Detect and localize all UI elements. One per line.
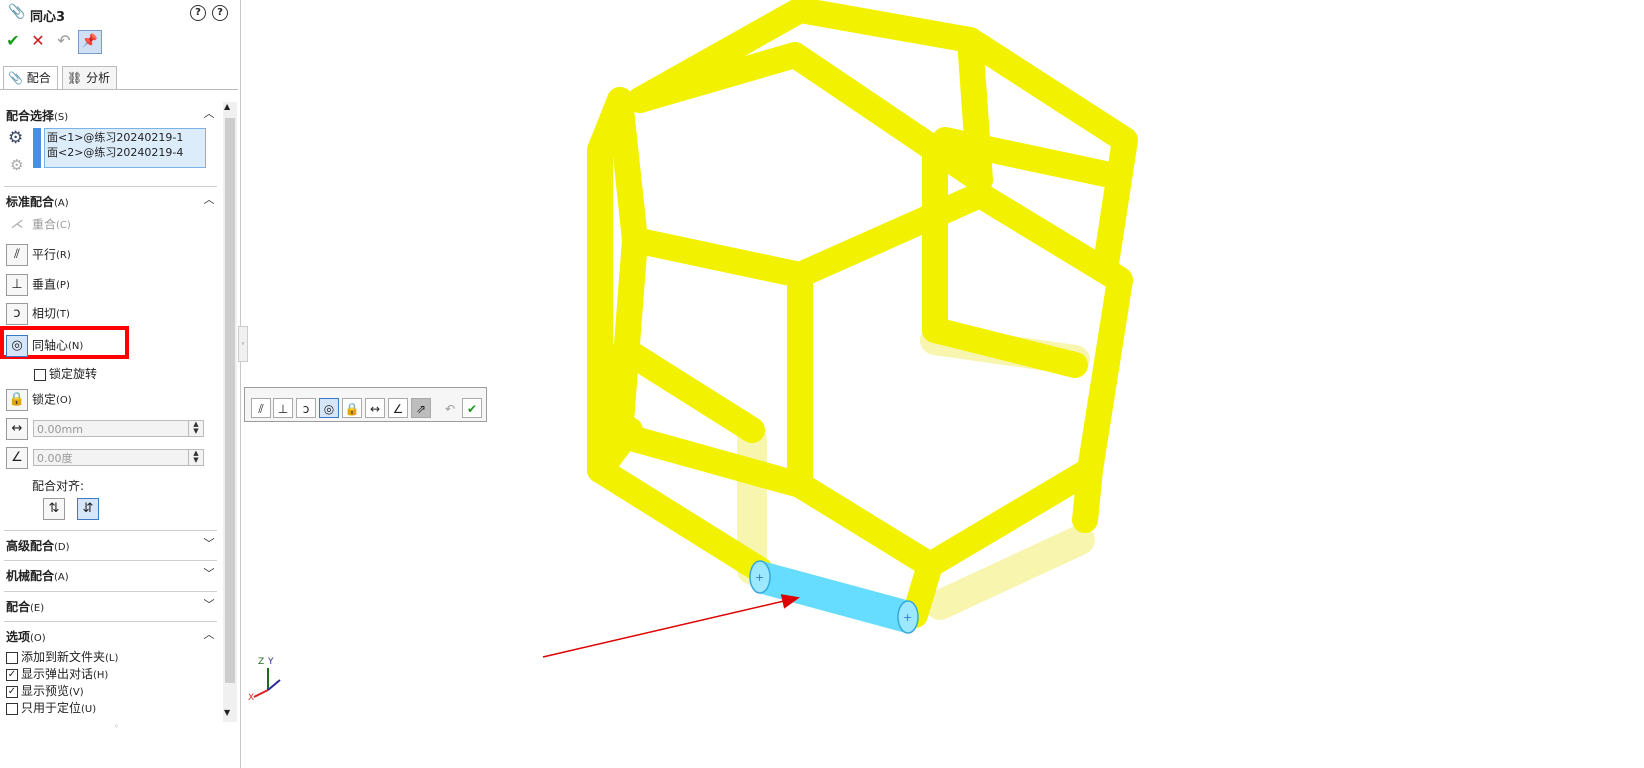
coincident-icon: ⋌ [10, 216, 24, 232]
cancel-x-icon[interactable]: ✕ [27, 30, 49, 52]
chevron-up-icon[interactable]: ︿ [203, 629, 215, 641]
option-show-popup-dialog[interactable]: ✓ 显示弹出对话(H) [6, 665, 108, 682]
divider [4, 621, 217, 622]
tab-divider [0, 89, 238, 90]
concentric-icon: ◎ [6, 334, 28, 357]
divider [4, 560, 217, 561]
option-show-preview[interactable]: ✓ 显示预览(V) [6, 682, 84, 699]
whats-new-icon[interactable]: ? [190, 5, 206, 21]
annotation-arrow [542, 594, 800, 658]
anti-aligned-icon[interactable]: ⇵ [77, 498, 99, 520]
triad-x-label: X [248, 693, 255, 703]
scroll-down-icon[interactable]: ▼ [224, 708, 230, 717]
triad-y-label: Y [268, 657, 274, 667]
mate-entities-icon: ⚙ [8, 128, 24, 148]
help-icon[interactable]: ? [212, 5, 228, 21]
list-item[interactable]: 面<1>@练习20240219-1 [47, 130, 203, 145]
lock-mate[interactable]: 🔒 锁定(O) [6, 388, 72, 411]
view-triad [253, 668, 281, 698]
selected-cylinder-face: + + [749, 560, 919, 634]
perpendicular-mate[interactable]: ⊥ 垂直(P) [6, 273, 70, 296]
mates-header[interactable]: 配合(E) [6, 598, 44, 615]
triad-z-label: Z [258, 657, 265, 667]
checkbox-checked[interactable]: ✓ [6, 685, 18, 698]
tangent-icon: ↄ [6, 302, 28, 325]
tangent-mate[interactable]: ↄ 相切(T) [6, 302, 70, 325]
perpendicular-icon: ⊥ [6, 273, 28, 296]
angle-field[interactable]: 0.00度 ▲ ▼ [33, 449, 204, 466]
checkbox[interactable] [6, 651, 18, 664]
graphics-viewport[interactable]: + + [246, 0, 1644, 768]
mate-selection-header[interactable]: 配合选择(S) [6, 107, 68, 124]
mate-selection-list[interactable]: 面<1>@练习20240219-1 面<2>@练习20240219-4 [44, 128, 206, 168]
undo-icon[interactable]: ↶ [53, 30, 75, 52]
scrollbar-thumb[interactable] [225, 118, 235, 683]
divider [4, 186, 217, 187]
links-icon: ⛓ [67, 71, 83, 85]
divider [4, 530, 217, 531]
spinner-arrows[interactable]: ▲ ▼ [188, 450, 203, 465]
selection-color-bar [33, 128, 41, 168]
checkbox[interactable] [34, 368, 46, 381]
advanced-mates-header[interactable]: 高级配合(D) [6, 537, 70, 554]
distance-field[interactable]: 0.00mm ▲ ▼ [33, 420, 204, 437]
list-item[interactable]: 面<2>@练习20240219-4 [47, 145, 203, 160]
parallel-icon: ⫽ [6, 243, 28, 266]
option-add-to-new-folder[interactable]: 添加到新文件夹(L) [6, 648, 118, 665]
resize-grip-icon[interactable]: ◦ [114, 722, 119, 731]
tab-analysis[interactable]: ⛓ 分析 [62, 66, 118, 90]
scroll-up-icon[interactable]: ▲ [224, 102, 230, 111]
paperclip-icon: 📎 [8, 71, 23, 85]
chevron-up-icon[interactable]: ︿ [203, 108, 215, 120]
truncated-octahedron-model [587, 0, 1138, 628]
parallel-mate[interactable]: ⫽ 平行(R) [6, 243, 71, 266]
property-manager: 📎 同心3 ? ? ✔ ✕ ↶ 📌 📎 配合 ⛓ 分析 配合选择(S) ︿ ⚙ … [0, 0, 241, 768]
aligned-icon[interactable]: ⇅ [43, 498, 65, 520]
tab-mates[interactable]: 📎 配合 [3, 66, 58, 90]
standard-mates-header[interactable]: 标准配合(A) [6, 193, 69, 210]
chevron-down-icon[interactable]: ﹀ [203, 538, 215, 550]
distance-icon[interactable]: ↔ [6, 418, 28, 440]
svg-text:+: + [903, 611, 912, 624]
checkbox[interactable] [6, 702, 18, 715]
paperclip-icon: 📎 [8, 4, 26, 20]
chevron-down-icon[interactable]: ﹀ [203, 568, 215, 580]
chevron-up-icon[interactable]: ︿ [203, 194, 215, 206]
option-positioning-only[interactable]: 只用于定位(U) [6, 699, 96, 716]
mate-reference-icon: ⚙ [10, 156, 24, 174]
lock-icon: 🔒 [6, 388, 28, 411]
lock-rotation-checkbox[interactable]: 锁定旋转 [34, 365, 97, 382]
options-header[interactable]: 选项(O) [6, 628, 46, 645]
page-title: 同心3 [30, 10, 66, 25]
coincident-mate[interactable]: ⋌ 重合(C) [6, 213, 71, 235]
pushpin-icon[interactable]: 📌 [78, 30, 102, 54]
svg-text:+: + [755, 571, 764, 584]
ok-check-icon[interactable]: ✔ [2, 30, 24, 52]
angle-icon[interactable]: ∠ [6, 447, 28, 469]
divider [4, 591, 217, 592]
spinner-arrows[interactable]: ▲ ▼ [188, 421, 203, 436]
chevron-down-icon[interactable]: ﹀ [203, 599, 215, 611]
mechanical-mates-header[interactable]: 机械配合(A) [6, 567, 69, 584]
checkbox-checked[interactable]: ✓ [6, 668, 18, 681]
mate-alignment-label: 配合对齐: [32, 479, 85, 493]
concentric-mate[interactable]: ◎ 同轴心(N) [6, 334, 83, 357]
